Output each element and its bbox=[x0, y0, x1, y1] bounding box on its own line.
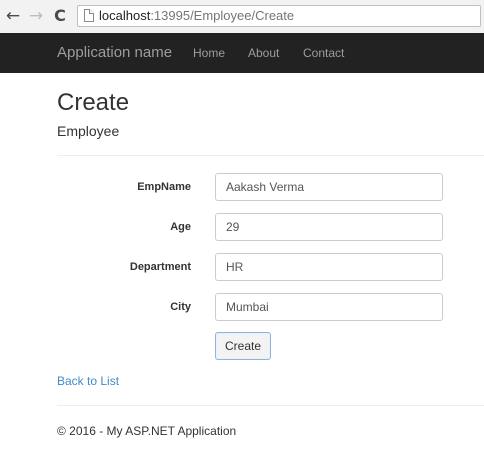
nav-link-about[interactable]: About bbox=[248, 45, 279, 61]
divider bbox=[57, 155, 484, 156]
page-title: Create bbox=[57, 89, 130, 116]
reload-icon[interactable]: C bbox=[52, 7, 68, 25]
city-label: City bbox=[170, 301, 191, 313]
create-button[interactable]: Create bbox=[215, 332, 271, 360]
age-label: Age bbox=[170, 221, 191, 233]
footer-divider bbox=[57, 405, 484, 406]
empname-input[interactable] bbox=[215, 173, 443, 201]
city-input[interactable] bbox=[215, 293, 443, 321]
url-host: localhost bbox=[99, 8, 151, 23]
url-text: localhost:13995/Employee/Create bbox=[99, 8, 294, 24]
brand-link[interactable]: Application name bbox=[57, 44, 172, 62]
age-input[interactable] bbox=[215, 213, 443, 241]
footer-text: © 2016 - My ASP.NET Application bbox=[57, 424, 237, 438]
back-to-list-link[interactable]: Back to List bbox=[57, 374, 119, 388]
app-navbar: Application name Home About Contact bbox=[0, 33, 484, 73]
department-label: Department bbox=[129, 261, 191, 273]
page-subtitle: Employee bbox=[57, 123, 120, 139]
browser-toolbar: ← → C localhost:13995/Employee/Create bbox=[0, 0, 484, 34]
page-icon bbox=[84, 9, 94, 22]
empname-label: EmpName bbox=[137, 181, 191, 193]
address-bar[interactable]: localhost:13995/Employee/Create bbox=[77, 5, 481, 27]
url-path: :13995/Employee/Create bbox=[150, 8, 295, 23]
nav-link-contact[interactable]: Contact bbox=[303, 45, 344, 61]
back-arrow-icon[interactable]: ← bbox=[5, 7, 21, 25]
department-input[interactable] bbox=[215, 253, 443, 281]
nav-link-home[interactable]: Home bbox=[193, 45, 225, 61]
forward-arrow-icon[interactable]: → bbox=[28, 7, 44, 25]
